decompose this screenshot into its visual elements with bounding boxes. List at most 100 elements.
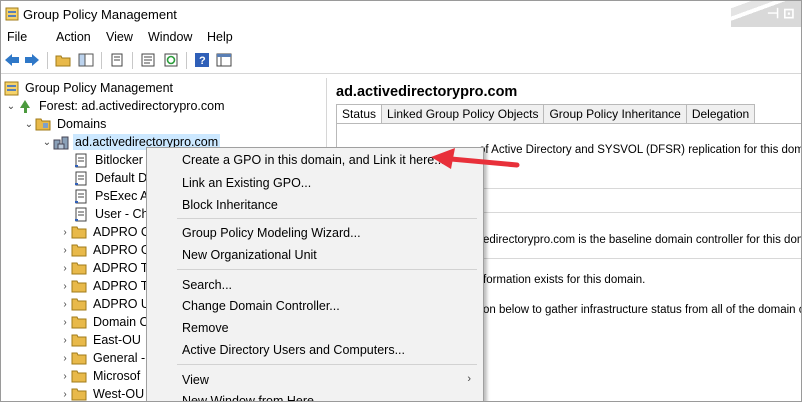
ou-item[interactable]: › Domain C xyxy=(59,313,151,331)
window-title: Group Policy Management xyxy=(23,7,177,22)
ou-item[interactable]: › ADPRO Te xyxy=(59,259,156,277)
menu-remove[interactable]: Remove xyxy=(182,321,229,335)
tab-gp-inheritance[interactable]: Group Policy Inheritance xyxy=(544,104,687,124)
status-line: formation exists for this domain. xyxy=(483,274,646,286)
menu-block-inheritance[interactable]: Block Inheritance xyxy=(182,198,278,212)
ou-folder-icon xyxy=(71,260,87,276)
gpo-link-icon xyxy=(73,206,89,222)
gpo-link-icon xyxy=(73,170,89,186)
chevron-right-icon[interactable]: › xyxy=(59,259,71,277)
gpo-link-item[interactable]: User - Ch xyxy=(73,205,150,223)
menu-bar: File Action View Window Help xyxy=(1,27,801,47)
tab-linked-gpos[interactable]: Linked Group Policy Objects xyxy=(382,104,545,124)
status-line: on below to gather infrastructure status… xyxy=(483,304,802,316)
ou-item[interactable]: › ADPRO G xyxy=(59,241,153,259)
chevron-right-icon[interactable]: › xyxy=(59,241,71,259)
ou-item[interactable]: › ADPRO Te xyxy=(59,277,156,295)
chevron-right-icon[interactable]: › xyxy=(59,349,71,367)
title-bar: Group Policy Management ⊣ ⊡ xyxy=(1,1,801,27)
chevron-right-icon[interactable]: › xyxy=(59,277,71,295)
svg-text:?: ? xyxy=(199,55,206,67)
chevron-right-icon[interactable]: › xyxy=(59,313,71,331)
chevron-right-icon[interactable]: › xyxy=(59,385,71,401)
tree-forest[interactable]: ⌄ Forest: ad.activedirectorypro.com xyxy=(5,97,227,115)
ou-label: ADPRO U xyxy=(93,297,150,311)
menu-new-window[interactable]: New Window from Here xyxy=(182,394,314,401)
ou-label: ADPRO C xyxy=(93,225,150,239)
export-list-icon[interactable] xyxy=(215,51,233,69)
gpo-link-icon xyxy=(73,152,89,168)
ou-folder-icon xyxy=(71,386,87,401)
ou-label: Microsof xyxy=(93,369,141,383)
menu-action[interactable]: Action xyxy=(56,30,91,44)
gpo-link-item[interactable]: Bitlocker xyxy=(73,151,145,169)
details-tabs: Status Linked Group Policy Objects Group… xyxy=(336,104,756,124)
domains-label: Domains xyxy=(57,117,107,131)
domains-folder-icon xyxy=(35,116,51,132)
gpo-link-item[interactable]: Default D xyxy=(73,169,149,187)
menu-help[interactable]: Help xyxy=(207,30,233,44)
gpo-link-label: Default D xyxy=(95,171,148,185)
gpo-link-label: User - Ch xyxy=(95,207,149,221)
tab-status[interactable]: Status xyxy=(336,104,383,124)
ou-folder-icon xyxy=(71,278,87,294)
gpo-link-label: Bitlocker xyxy=(95,153,143,167)
ou-item[interactable]: › East-OU xyxy=(59,331,143,349)
chevron-down-icon[interactable]: ⌄ xyxy=(41,133,53,151)
tab-delegation[interactable]: Delegation xyxy=(686,104,756,124)
annotation-arrow-icon xyxy=(431,148,520,169)
ou-item[interactable]: › General - xyxy=(59,349,147,367)
toolbar: ? xyxy=(1,47,801,74)
ou-folder-icon xyxy=(71,296,87,312)
restore-icon[interactable]: ⊡ xyxy=(783,5,795,22)
status-line: edirectorypro.com is the baseline domain… xyxy=(483,234,802,246)
show-hide-tree-icon[interactable] xyxy=(77,51,95,69)
ou-folder-icon xyxy=(71,314,87,330)
menu-search[interactable]: Search... xyxy=(182,278,232,292)
forward-arrow-icon[interactable] xyxy=(23,51,41,69)
menu-change-dc[interactable]: Change Domain Controller... xyxy=(182,299,340,313)
chevron-down-icon[interactable]: ⌄ xyxy=(5,97,17,115)
chevron-right-icon[interactable]: › xyxy=(59,367,71,385)
properties-icon[interactable] xyxy=(139,51,157,69)
ou-folder-icon xyxy=(71,332,87,348)
help-icon[interactable]: ? xyxy=(193,51,211,69)
gpo-link-item[interactable]: PsExec Al xyxy=(73,187,153,205)
ou-label: ADPRO G xyxy=(93,243,151,257)
domain-icon xyxy=(53,134,69,150)
status-line: of Active Directory and SYSVOL (DFSR) re… xyxy=(479,144,802,156)
details-title: ad.activedirectorypro.com xyxy=(336,84,518,100)
title-controls: ⊣ ⊡ xyxy=(731,1,801,27)
tree-root[interactable]: Group Policy Management xyxy=(3,79,175,97)
ou-label: General - xyxy=(93,351,146,365)
refresh-icon[interactable] xyxy=(162,51,180,69)
ou-item[interactable]: › ADPRO C xyxy=(59,223,152,241)
ou-item[interactable]: › ADPRO U xyxy=(59,295,152,313)
back-arrow-icon[interactable] xyxy=(3,51,21,69)
chevron-right-icon[interactable]: › xyxy=(59,223,71,241)
chevron-down-icon[interactable]: ⌄ xyxy=(23,115,35,133)
menu-view[interactable]: View xyxy=(106,30,133,44)
ou-item[interactable]: › West-OU xyxy=(59,385,146,401)
menu-create-gpo-link[interactable]: Create a GPO in this domain, and Link it… xyxy=(182,153,445,167)
menu-new-ou[interactable]: New Organizational Unit xyxy=(182,248,317,262)
menu-file[interactable]: File xyxy=(7,30,27,44)
copy-icon[interactable] xyxy=(108,51,126,69)
chevron-right-icon[interactable]: › xyxy=(59,331,71,349)
gpmc-icon xyxy=(3,80,19,96)
ou-folder-icon xyxy=(71,224,87,240)
menu-view[interactable]: View xyxy=(182,373,209,387)
gpmc-app-icon xyxy=(5,7,19,21)
ou-item[interactable]: › Microsof xyxy=(59,367,142,385)
ou-label: Domain C xyxy=(93,315,149,329)
pin-icon[interactable]: ⊣ xyxy=(767,5,779,22)
menu-window[interactable]: Window xyxy=(148,30,192,44)
menu-aduc[interactable]: Active Directory Users and Computers... xyxy=(182,343,405,357)
ou-label: West-OU xyxy=(93,387,145,401)
menu-link-existing-gpo[interactable]: Link an Existing GPO... xyxy=(182,176,311,190)
chevron-right-icon[interactable]: › xyxy=(59,295,71,313)
ou-folder-icon xyxy=(71,350,87,366)
tree-domains[interactable]: ⌄ Domains xyxy=(23,115,108,133)
up-folder-icon[interactable] xyxy=(54,51,72,69)
menu-gp-modeling-wizard[interactable]: Group Policy Modeling Wizard... xyxy=(182,226,361,240)
